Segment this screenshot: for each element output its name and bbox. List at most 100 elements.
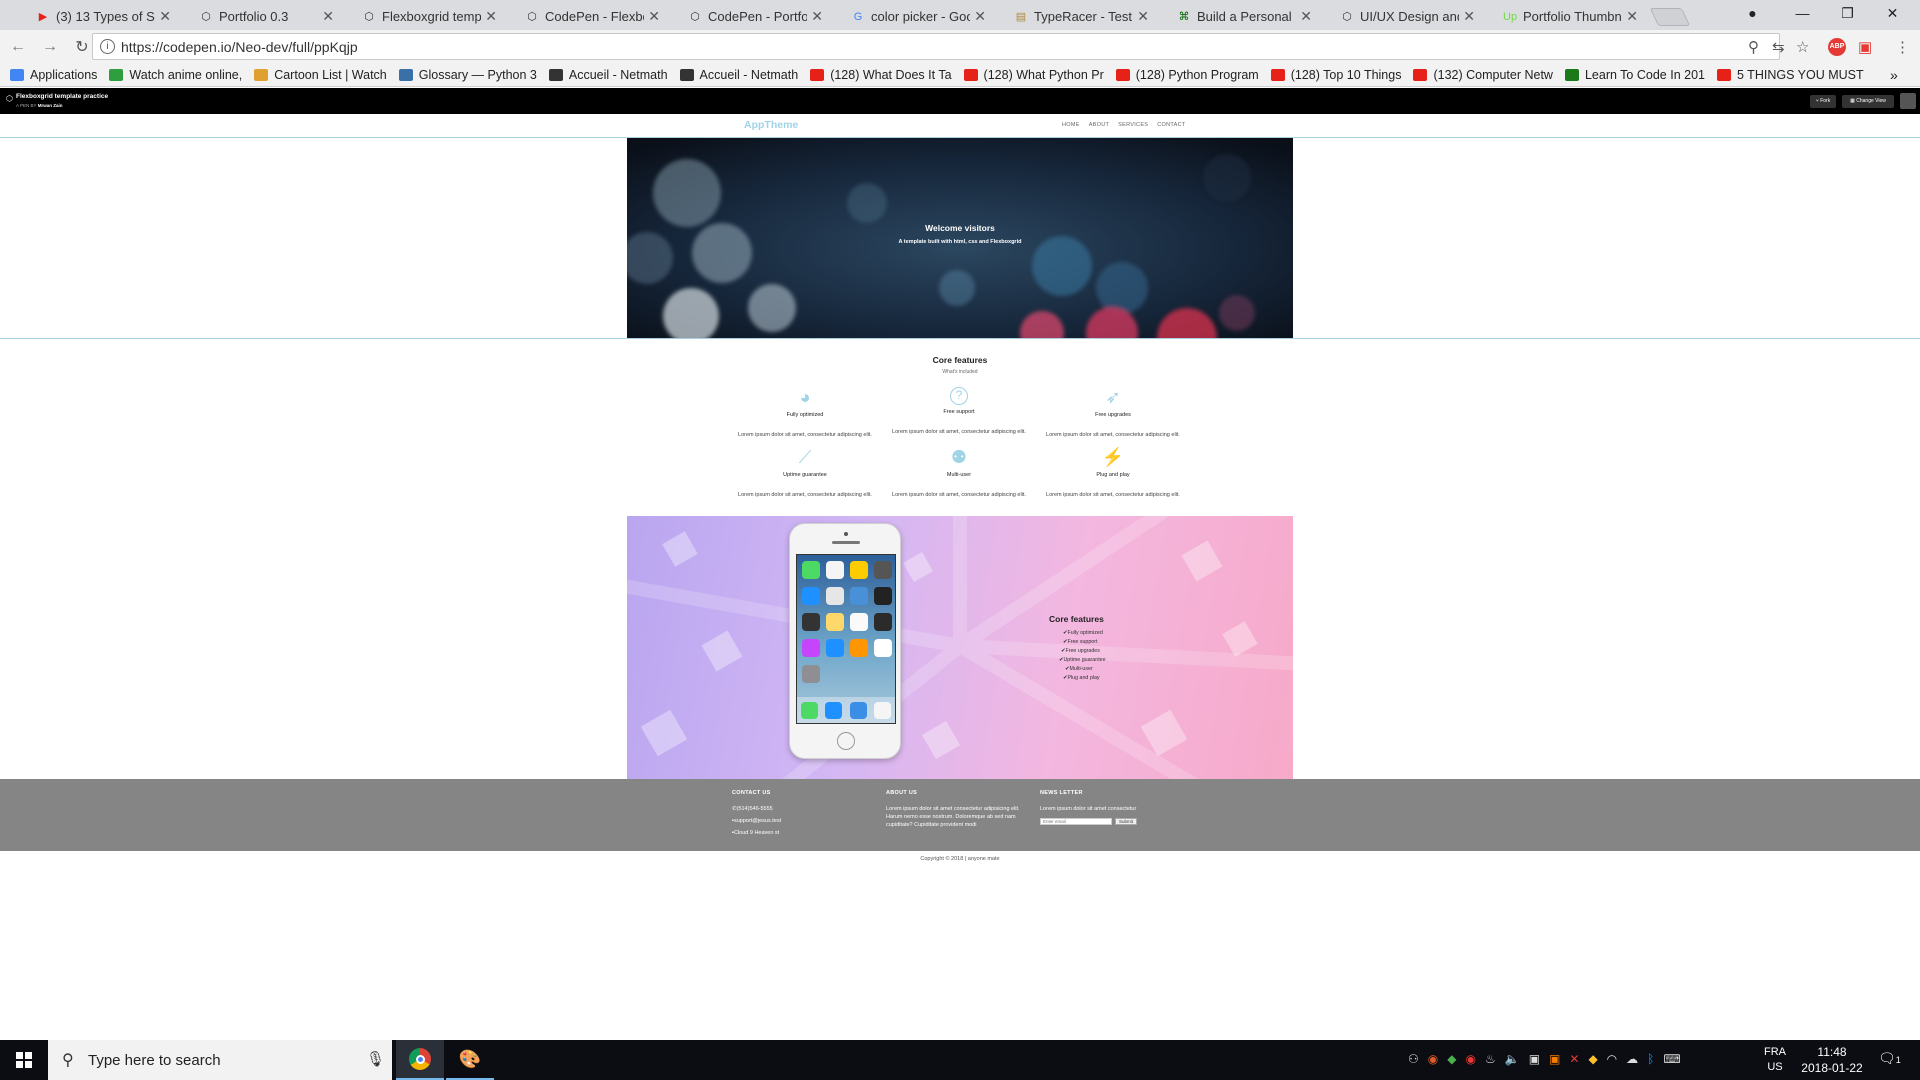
tab-close-icon[interactable]: ✕ xyxy=(322,8,334,25)
browser-tab[interactable]: ⬡ Portfolio 0.3 ✕ xyxy=(177,3,344,30)
hero-bokeh-image xyxy=(627,138,1293,338)
onedrive-icon[interactable]: ☁ xyxy=(1626,1052,1638,1066)
bookmark-item[interactable]: (128) What Python Pr xyxy=(963,68,1104,82)
tab-close-icon[interactable]: ✕ xyxy=(485,8,497,25)
clock[interactable]: 11:48 2018-01-22 xyxy=(1792,1044,1872,1076)
tab-title: Portfolio Thumbnai xyxy=(1523,9,1623,24)
browser-tab[interactable]: ⬡ CodePen - Portfolio✕ xyxy=(666,3,833,30)
browser-tab[interactable]: ▤ TypeRacer - Test yo ✕ xyxy=(992,3,1159,30)
plug-icon: ⚡ xyxy=(1101,447,1125,467)
tab-close-icon[interactable]: ✕ xyxy=(974,8,986,25)
address-bar[interactable]: i https://codepen.io/Neo-dev/full/ppKqjp xyxy=(92,33,1780,60)
feature-description: Lorem ipsum dolor sit amet, consectetur … xyxy=(738,492,872,498)
bookmark-item[interactable]: Cartoon List | Watch xyxy=(254,68,387,82)
promo-feature-item: ✔Free upgrades xyxy=(1061,648,1100,654)
newsletter-submit-button[interactable]: Submit xyxy=(1115,818,1138,825)
new-tab-button[interactable] xyxy=(1649,8,1691,26)
promo-title: Core features xyxy=(1049,614,1104,624)
codepen-logo-icon[interactable]: ⬡ xyxy=(6,94,13,103)
site-brand[interactable]: AppTheme xyxy=(744,119,798,131)
tray-app-icon[interactable]: ✕ xyxy=(1569,1052,1579,1066)
bookmark-item[interactable]: (128) Top 10 Things xyxy=(1270,68,1401,82)
bluetooth-icon[interactable]: ᛒ xyxy=(1647,1052,1654,1066)
bookmarks-overflow-button[interactable]: » xyxy=(1890,67,1898,83)
tab-close-icon[interactable]: ✕ xyxy=(159,8,171,25)
tray-app-icon[interactable]: ◉ xyxy=(1465,1052,1475,1066)
bookmark-item[interactable]: (132) Computer Netw xyxy=(1413,68,1553,82)
start-button[interactable] xyxy=(0,1040,48,1080)
bookmark-favicon-icon xyxy=(1270,69,1285,81)
steam-icon[interactable]: ♨ xyxy=(1485,1052,1496,1066)
extension-icon[interactable]: ▣ xyxy=(1858,38,1872,56)
question-icon: ? xyxy=(950,387,968,405)
upwork-icon: Up xyxy=(1503,10,1518,23)
nav-link-about[interactable]: ABOUT xyxy=(1089,122,1109,128)
zoom-icon[interactable]: ⚲ xyxy=(1748,38,1759,56)
bookmark-item[interactable]: Glossary — Python 3 xyxy=(398,68,537,82)
microphone-icon[interactable]: 🎙 xyxy=(366,1050,385,1068)
bookmark-item[interactable]: (128) What Does It Ta xyxy=(810,68,952,82)
profile-icon[interactable]: ● xyxy=(1730,0,1775,26)
browser-tab[interactable]: ▶ (3) 13 Types of Softw ✕ xyxy=(14,3,181,30)
apps-grid-icon xyxy=(10,69,24,81)
bookmark-item[interactable]: 5 THINGS YOU MUST xyxy=(1716,68,1864,82)
minimize-button[interactable]: — xyxy=(1780,0,1825,26)
input-language[interactable]: FRA US xyxy=(1764,1045,1786,1075)
bookmark-item[interactable]: Accueil - Netmath xyxy=(679,68,798,82)
tab-close-icon[interactable]: ✕ xyxy=(1300,8,1312,25)
feature-item: ? Free support Lorem ipsum dolor sit amet,… xyxy=(885,387,1033,435)
taskbar-search[interactable]: ⚲ Type here to search 🎙 xyxy=(48,1040,392,1080)
tab-close-icon[interactable]: ✕ xyxy=(1137,8,1149,25)
bookmark-star-icon[interactable]: ☆ xyxy=(1796,38,1809,56)
footer-about-text: Lorem ipsum dolor sit amet consectetur a… xyxy=(886,806,1020,828)
bookmark-item[interactable]: Applications xyxy=(10,68,97,82)
tab-close-icon[interactable]: ✕ xyxy=(648,8,660,25)
site-info-icon[interactable]: i xyxy=(100,39,115,54)
browser-tab[interactable]: ⬡ UI/UX Design and D ✕ xyxy=(1318,3,1485,30)
paint-taskbar-button[interactable]: 🎨 xyxy=(446,1040,494,1080)
wifi-icon[interactable]: ◠ xyxy=(1607,1052,1617,1066)
people-icon[interactable]: ⚇ xyxy=(1408,1052,1419,1066)
promo-section: Core features ✔Fully optimized ✔Free supp… xyxy=(627,516,1293,779)
bookmark-item[interactable]: Accueil - Netmath xyxy=(548,68,668,82)
volume-icon[interactable]: 🔈 xyxy=(1505,1052,1520,1066)
browser-tab[interactable]: Gcolor picker - Goog ✕ xyxy=(829,3,996,30)
tray-app-icon[interactable]: ▣ xyxy=(1529,1052,1540,1066)
bookmark-item[interactable]: Learn To Code In 201 xyxy=(1564,68,1705,82)
action-center-icon[interactable]: 🗨1 xyxy=(1878,1050,1901,1067)
adblock-plus-icon[interactable]: ABP xyxy=(1828,38,1846,56)
close-window-button[interactable]: ✕ xyxy=(1870,0,1915,26)
nav-link-contact[interactable]: CONTACT xyxy=(1157,122,1185,128)
browser-tab[interactable]: ⬡ CodePen - Flexboxg ✕ xyxy=(503,3,670,30)
codepen-icon: ⬡ xyxy=(201,10,211,23)
tab-close-icon[interactable]: ✕ xyxy=(1463,8,1475,25)
tray-app-icon[interactable]: ◆ xyxy=(1588,1052,1597,1066)
newsletter-email-input[interactable] xyxy=(1040,818,1112,825)
browser-tab[interactable]: Up Portfolio Thumbnai ✕ xyxy=(1481,3,1648,30)
bookmark-item[interactable]: (128) Python Program xyxy=(1115,68,1259,82)
nav-link-services[interactable]: SERVICES xyxy=(1118,122,1148,128)
browser-tab[interactable]: ⌘ Build a Personal Por ✕ xyxy=(1155,3,1322,30)
fork-button[interactable]: ⑂ Fork xyxy=(1810,95,1836,108)
bookmark-item[interactable]: Watch anime online, xyxy=(109,68,242,82)
tab-close-icon[interactable]: ✕ xyxy=(1626,8,1638,25)
keyboard-icon[interactable]: ⌨ xyxy=(1663,1052,1680,1066)
browser-tab[interactable]: ⬡ Flexboxgrid templat✕ xyxy=(340,3,507,30)
chrome-taskbar-button[interactable] xyxy=(396,1040,444,1080)
back-button[interactable]: ← xyxy=(4,38,32,56)
bookmark-favicon-icon xyxy=(1115,69,1130,81)
translate-icon[interactable]: ⇆ xyxy=(1772,38,1785,56)
tray-app-icon[interactable]: ◉ xyxy=(1428,1052,1438,1066)
restore-button[interactable]: ❐ xyxy=(1825,0,1870,26)
nav-link-home[interactable]: HOME xyxy=(1062,122,1080,128)
footer-email[interactable]: ▪support@jesus.test xyxy=(732,817,872,825)
change-view-button[interactable]: ▦ Change View xyxy=(1842,95,1894,108)
avatar[interactable] xyxy=(1900,93,1916,109)
tray-app-icon[interactable]: ▣ xyxy=(1549,1052,1560,1066)
site-footer: CONTACT US ✆(514)546-5555 ▪support@jesus… xyxy=(0,779,1920,851)
tray-app-icon[interactable]: ◆ xyxy=(1447,1052,1456,1066)
phone-screen xyxy=(796,554,896,724)
tab-close-icon[interactable]: ✕ xyxy=(811,8,823,25)
forward-button[interactable]: → xyxy=(36,38,64,56)
menu-icon[interactable]: ⋮ xyxy=(1895,38,1910,56)
